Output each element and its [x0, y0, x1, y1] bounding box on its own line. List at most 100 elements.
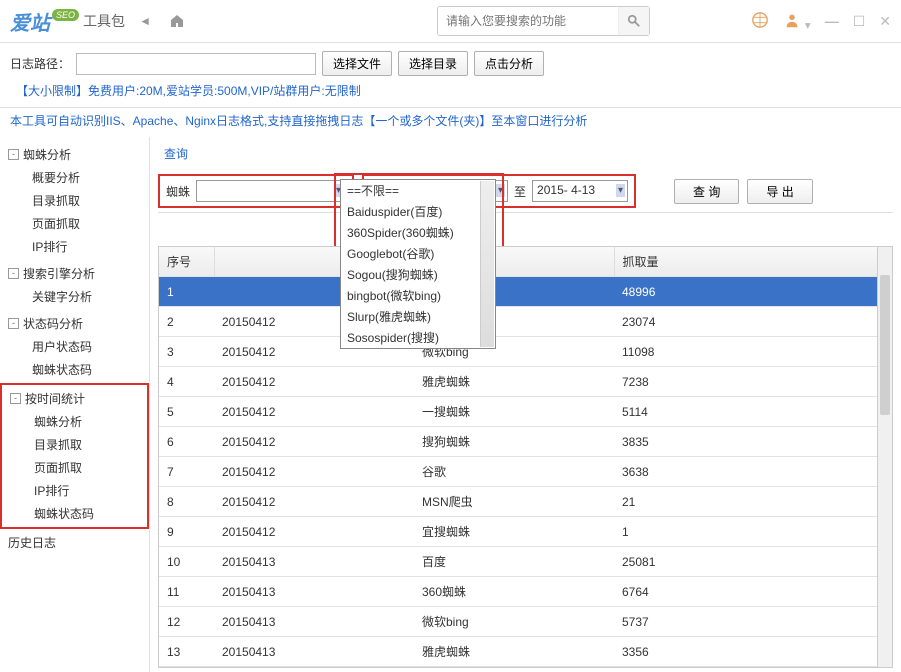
logo-sub: 工具包 [83, 11, 125, 31]
size-limit-note: 【大小限制】免费用户:20M,爱站学员:500M,VIP/站群用户:无限制 [16, 82, 361, 99]
table-row[interactable]: 720150412谷歌3638 [159, 457, 892, 487]
tab-query[interactable]: 查询 [158, 141, 194, 166]
collapse-icon[interactable]: - [8, 318, 19, 329]
spider-select[interactable]: ▾ [196, 180, 346, 202]
tree-item[interactable]: 目录抓取 [30, 433, 147, 456]
sub-toolbar: 示 [158, 212, 893, 242]
table-row[interactable]: 620150412搜狗蜘蛛3835 [159, 427, 892, 457]
cell-spider: 雅虎蜘蛛 [414, 367, 614, 397]
table-scrollbar[interactable] [877, 247, 892, 667]
cell-spider: MSN爬虫 [414, 487, 614, 517]
dropdown-item[interactable]: Sosospider(搜搜) [341, 327, 495, 348]
table-row[interactable]: 1020150413百度25081 [159, 547, 892, 577]
tree-item[interactable]: 目录抓取 [28, 189, 149, 212]
table-row[interactable]: 920150412宜搜蜘蛛1 [159, 517, 892, 547]
choose-file-button[interactable]: 选择文件 [322, 51, 392, 76]
cell-idx: 12 [159, 607, 214, 637]
scroll-thumb[interactable] [880, 275, 890, 415]
table-row[interactable]: 1220150413微软bing5737 [159, 607, 892, 637]
path-toolbar: 日志路径： 选择文件 选择目录 点击分析 【大小限制】免费用户:20M,爱站学员… [0, 43, 901, 108]
close-icon[interactable]: ✕ [879, 13, 891, 30]
table-row[interactable]: 220150412360蜘蛛23074 [159, 307, 892, 337]
cell-count: 3356 [614, 637, 892, 667]
dropdown-item[interactable]: Slurp(雅虎蜘蛛) [341, 306, 495, 327]
export-button[interactable]: 导 出 [747, 179, 812, 204]
tree-group-title[interactable]: -状态码分析 [0, 312, 149, 335]
table-row[interactable]: 1120150413360蜘蛛6764 [159, 577, 892, 607]
cell-spider: 谷歌 [414, 457, 614, 487]
column-header[interactable]: 序号 [159, 247, 214, 277]
query-button[interactable]: 查 询 [674, 179, 739, 204]
cell-idx: 5 [159, 397, 214, 427]
maximize-icon[interactable]: ☐ [853, 13, 866, 30]
table-row[interactable]: 420150412雅虎蜘蛛7238 [159, 367, 892, 397]
column-header[interactable]: 抓取量 [614, 247, 892, 277]
cell-idx: 4 [159, 367, 214, 397]
cell-spider: 搜狗蜘蛛 [414, 427, 614, 457]
tree-item[interactable]: 关键字分析 [28, 285, 149, 308]
globe-icon[interactable] [751, 11, 769, 32]
user-icon[interactable]: ▾ [783, 11, 811, 32]
table-row[interactable]: 1百度48996 [159, 277, 892, 307]
tree-item[interactable]: 蜘蛛状态码 [30, 502, 147, 525]
tree-group-label: 搜索引擎分析 [23, 265, 95, 282]
tree-group-title[interactable]: -蜘蛛分析 [0, 143, 149, 166]
cell-date: 20150413 [214, 607, 414, 637]
table-row[interactable]: 1320150413雅虎蜘蛛3356 [159, 637, 892, 667]
logo-badge: SEO [52, 9, 79, 21]
tree-group-label: 状态码分析 [23, 315, 83, 332]
cell-date: 20150412 [214, 367, 414, 397]
table-row[interactable]: 820150412MSN爬虫21 [159, 487, 892, 517]
table-row[interactable]: 320150412微软bing11098 [159, 337, 892, 367]
cell-count: 6764 [614, 577, 892, 607]
cell-count: 11098 [614, 337, 892, 367]
cell-spider: 360蜘蛛 [414, 577, 614, 607]
cell-spider: 宜搜蜘蛛 [414, 517, 614, 547]
window-controls: ▾ — ☐ ✕ [751, 11, 891, 32]
collapse-icon[interactable]: - [10, 393, 21, 404]
collapse-icon[interactable]: - [8, 268, 19, 279]
search-icon[interactable] [618, 7, 649, 35]
table-row[interactable]: 520150412一搜蜘蛛5114 [159, 397, 892, 427]
back-icon[interactable]: ◄ [133, 9, 157, 33]
cell-date: 20150412 [214, 397, 414, 427]
tree-group-title[interactable]: 历史日志 [0, 531, 149, 554]
dropdown-item[interactable]: 360Spider(360蜘蛛) [341, 222, 495, 243]
dropdown-item[interactable]: ==不限== [341, 180, 495, 201]
tree-group-title[interactable]: -按时间统计 [2, 387, 147, 410]
tree-item[interactable]: 页面抓取 [30, 456, 147, 479]
cell-idx: 8 [159, 487, 214, 517]
tree-group-label: 蜘蛛分析 [23, 146, 71, 163]
tree-item[interactable]: 用户状态码 [28, 335, 149, 358]
path-label: 日志路径： [10, 55, 70, 72]
spider-filter-label: 蜘蛛 [166, 183, 190, 200]
dropdown-scrollbar[interactable] [480, 181, 494, 347]
analyze-button[interactable]: 点击分析 [474, 51, 544, 76]
cell-spider: 百度 [414, 547, 614, 577]
logo-text: 爱站 [10, 7, 50, 36]
dropdown-item[interactable]: Sogou(搜狗蜘蛛) [341, 264, 495, 285]
tree-item[interactable]: 蜘蛛分析 [30, 410, 147, 433]
home-icon[interactable] [165, 9, 189, 33]
cell-count: 5114 [614, 397, 892, 427]
tree-item[interactable]: IP排行 [28, 235, 149, 258]
minimize-icon[interactable]: — [825, 13, 839, 29]
cell-idx: 1 [159, 277, 214, 307]
choose-dir-button[interactable]: 选择目录 [398, 51, 468, 76]
dropdown-item[interactable]: Baiduspider(百度) [341, 201, 495, 222]
result-table-wrap: 序号蜘蛛抓取量 1百度48996220150412360蜘蛛2307432015… [158, 246, 893, 668]
date-to-select[interactable]: 2015- 4-13▾ [532, 180, 628, 202]
dropdown-item[interactable]: Googlebot(谷歌) [341, 243, 495, 264]
tree-item[interactable]: 概要分析 [28, 166, 149, 189]
cell-count: 3835 [614, 427, 892, 457]
dropdown-item[interactable]: bingbot(微软bing) [341, 285, 495, 306]
tree-item[interactable]: 蜘蛛状态码 [28, 358, 149, 381]
log-path-input[interactable] [76, 53, 316, 75]
tree-item[interactable]: IP排行 [30, 479, 147, 502]
collapse-icon[interactable]: - [8, 149, 19, 160]
search-input[interactable] [438, 9, 618, 33]
cell-count: 23074 [614, 307, 892, 337]
cell-idx: 7 [159, 457, 214, 487]
tree-item[interactable]: 页面抓取 [28, 212, 149, 235]
tree-group-title[interactable]: -搜索引擎分析 [0, 262, 149, 285]
